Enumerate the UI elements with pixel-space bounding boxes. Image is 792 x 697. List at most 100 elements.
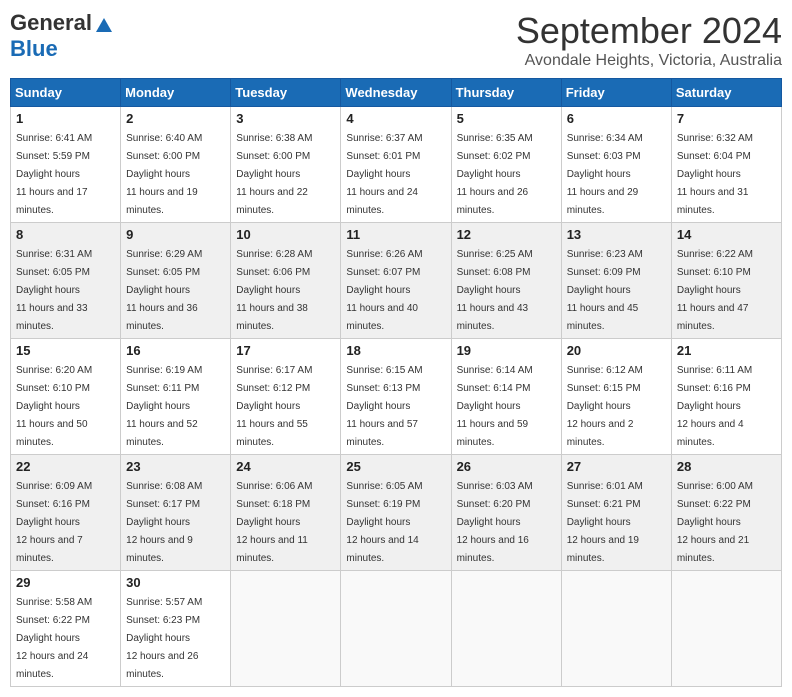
- calendar-week-2: 8 Sunrise: 6:31 AMSunset: 6:05 PMDayligh…: [11, 223, 782, 339]
- day-number: 17: [236, 343, 335, 358]
- day-cell-26: 26 Sunrise: 6:03 AMSunset: 6:20 PMDaylig…: [451, 455, 561, 571]
- day-info: Sunrise: 6:14 AMSunset: 6:14 PMDaylight …: [457, 365, 533, 448]
- day-number: 11: [346, 227, 445, 242]
- day-number: 24: [236, 459, 335, 474]
- logo: General Blue: [10, 10, 114, 62]
- day-number: 30: [126, 575, 225, 590]
- day-cell-16: 16 Sunrise: 6:19 AMSunset: 6:11 PMDaylig…: [121, 339, 231, 455]
- day-number: 6: [567, 111, 666, 126]
- calendar-table: SundayMondayTuesdayWednesdayThursdayFrid…: [10, 78, 782, 687]
- day-number: 4: [346, 111, 445, 126]
- day-cell-6: 6 Sunrise: 6:34 AMSunset: 6:03 PMDayligh…: [561, 107, 671, 223]
- day-number: 20: [567, 343, 666, 358]
- day-number: 13: [567, 227, 666, 242]
- day-number: 2: [126, 111, 225, 126]
- day-info: Sunrise: 6:06 AMSunset: 6:18 PMDaylight …: [236, 481, 312, 564]
- weekday-header-monday: Monday: [121, 79, 231, 107]
- day-cell-10: 10 Sunrise: 6:28 AMSunset: 6:06 PMDaylig…: [231, 223, 341, 339]
- title-section: September 2024 Avondale Heights, Victori…: [516, 10, 782, 70]
- day-cell-9: 9 Sunrise: 6:29 AMSunset: 6:05 PMDayligh…: [121, 223, 231, 339]
- day-number: 19: [457, 343, 556, 358]
- day-number: 22: [16, 459, 115, 474]
- day-info: Sunrise: 6:31 AMSunset: 6:05 PMDaylight …: [16, 249, 92, 332]
- empty-cell: [561, 571, 671, 687]
- day-number: 7: [677, 111, 776, 126]
- logo-blue-text: Blue: [10, 36, 58, 62]
- calendar-week-1: 1 Sunrise: 6:41 AMSunset: 5:59 PMDayligh…: [11, 107, 782, 223]
- day-info: Sunrise: 6:28 AMSunset: 6:06 PMDaylight …: [236, 249, 312, 332]
- day-cell-14: 14 Sunrise: 6:22 AMSunset: 6:10 PMDaylig…: [671, 223, 781, 339]
- day-cell-8: 8 Sunrise: 6:31 AMSunset: 6:05 PMDayligh…: [11, 223, 121, 339]
- weekday-header-saturday: Saturday: [671, 79, 781, 107]
- day-info: Sunrise: 6:23 AMSunset: 6:09 PMDaylight …: [567, 249, 643, 332]
- day-number: 5: [457, 111, 556, 126]
- logo-general-text: General: [10, 10, 92, 36]
- day-cell-2: 2 Sunrise: 6:40 AMSunset: 6:00 PMDayligh…: [121, 107, 231, 223]
- calendar-week-4: 22 Sunrise: 6:09 AMSunset: 6:16 PMDaylig…: [11, 455, 782, 571]
- day-cell-22: 22 Sunrise: 6:09 AMSunset: 6:16 PMDaylig…: [11, 455, 121, 571]
- calendar-week-5: 29 Sunrise: 5:58 AMSunset: 6:22 PMDaylig…: [11, 571, 782, 687]
- day-info: Sunrise: 6:34 AMSunset: 6:03 PMDaylight …: [567, 133, 643, 216]
- day-cell-19: 19 Sunrise: 6:14 AMSunset: 6:14 PMDaylig…: [451, 339, 561, 455]
- day-cell-29: 29 Sunrise: 5:58 AMSunset: 6:22 PMDaylig…: [11, 571, 121, 687]
- month-title: September 2024: [516, 10, 782, 52]
- day-cell-23: 23 Sunrise: 6:08 AMSunset: 6:17 PMDaylig…: [121, 455, 231, 571]
- empty-cell: [451, 571, 561, 687]
- location: Avondale Heights, Victoria, Australia: [516, 52, 782, 70]
- day-number: 23: [126, 459, 225, 474]
- day-info: Sunrise: 6:01 AMSunset: 6:21 PMDaylight …: [567, 481, 643, 564]
- day-info: Sunrise: 6:15 AMSunset: 6:13 PMDaylight …: [346, 365, 422, 448]
- day-number: 14: [677, 227, 776, 242]
- day-cell-28: 28 Sunrise: 6:00 AMSunset: 6:22 PMDaylig…: [671, 455, 781, 571]
- day-number: 26: [457, 459, 556, 474]
- day-cell-20: 20 Sunrise: 6:12 AMSunset: 6:15 PMDaylig…: [561, 339, 671, 455]
- day-info: Sunrise: 6:32 AMSunset: 6:04 PMDaylight …: [677, 133, 753, 216]
- weekday-header-tuesday: Tuesday: [231, 79, 341, 107]
- day-info: Sunrise: 5:58 AMSunset: 6:22 PMDaylight …: [16, 597, 92, 680]
- day-cell-21: 21 Sunrise: 6:11 AMSunset: 6:16 PMDaylig…: [671, 339, 781, 455]
- day-cell-5: 5 Sunrise: 6:35 AMSunset: 6:02 PMDayligh…: [451, 107, 561, 223]
- weekday-header-wednesday: Wednesday: [341, 79, 451, 107]
- day-number: 27: [567, 459, 666, 474]
- weekday-header-thursday: Thursday: [451, 79, 561, 107]
- day-number: 21: [677, 343, 776, 358]
- day-number: 18: [346, 343, 445, 358]
- day-cell-3: 3 Sunrise: 6:38 AMSunset: 6:00 PMDayligh…: [231, 107, 341, 223]
- day-number: 8: [16, 227, 115, 242]
- day-info: Sunrise: 6:41 AMSunset: 5:59 PMDaylight …: [16, 133, 92, 216]
- day-info: Sunrise: 6:17 AMSunset: 6:12 PMDaylight …: [236, 365, 312, 448]
- day-info: Sunrise: 6:00 AMSunset: 6:22 PMDaylight …: [677, 481, 753, 564]
- day-cell-30: 30 Sunrise: 5:57 AMSunset: 6:23 PMDaylig…: [121, 571, 231, 687]
- day-number: 16: [126, 343, 225, 358]
- day-cell-15: 15 Sunrise: 6:20 AMSunset: 6:10 PMDaylig…: [11, 339, 121, 455]
- day-cell-7: 7 Sunrise: 6:32 AMSunset: 6:04 PMDayligh…: [671, 107, 781, 223]
- weekday-header-sunday: Sunday: [11, 79, 121, 107]
- day-number: 15: [16, 343, 115, 358]
- calendar-week-3: 15 Sunrise: 6:20 AMSunset: 6:10 PMDaylig…: [11, 339, 782, 455]
- day-info: Sunrise: 6:20 AMSunset: 6:10 PMDaylight …: [16, 365, 92, 448]
- day-number: 29: [16, 575, 115, 590]
- empty-cell: [671, 571, 781, 687]
- day-info: Sunrise: 5:57 AMSunset: 6:23 PMDaylight …: [126, 597, 202, 680]
- day-number: 9: [126, 227, 225, 242]
- day-info: Sunrise: 6:40 AMSunset: 6:00 PMDaylight …: [126, 133, 202, 216]
- day-info: Sunrise: 6:38 AMSunset: 6:00 PMDaylight …: [236, 133, 312, 216]
- empty-cell: [231, 571, 341, 687]
- day-cell-11: 11 Sunrise: 6:26 AMSunset: 6:07 PMDaylig…: [341, 223, 451, 339]
- page-header: General Blue September 2024 Avondale Hei…: [10, 10, 782, 70]
- day-cell-27: 27 Sunrise: 6:01 AMSunset: 6:21 PMDaylig…: [561, 455, 671, 571]
- day-cell-18: 18 Sunrise: 6:15 AMSunset: 6:13 PMDaylig…: [341, 339, 451, 455]
- day-number: 1: [16, 111, 115, 126]
- day-info: Sunrise: 6:35 AMSunset: 6:02 PMDaylight …: [457, 133, 533, 216]
- day-number: 3: [236, 111, 335, 126]
- day-info: Sunrise: 6:11 AMSunset: 6:16 PMDaylight …: [677, 365, 752, 448]
- day-cell-1: 1 Sunrise: 6:41 AMSunset: 5:59 PMDayligh…: [11, 107, 121, 223]
- day-info: Sunrise: 6:12 AMSunset: 6:15 PMDaylight …: [567, 365, 643, 448]
- day-info: Sunrise: 6:08 AMSunset: 6:17 PMDaylight …: [126, 481, 202, 564]
- day-info: Sunrise: 6:37 AMSunset: 6:01 PMDaylight …: [346, 133, 422, 216]
- day-number: 28: [677, 459, 776, 474]
- day-number: 10: [236, 227, 335, 242]
- day-info: Sunrise: 6:05 AMSunset: 6:19 PMDaylight …: [346, 481, 422, 564]
- logo-icon: [94, 16, 114, 36]
- weekday-header-friday: Friday: [561, 79, 671, 107]
